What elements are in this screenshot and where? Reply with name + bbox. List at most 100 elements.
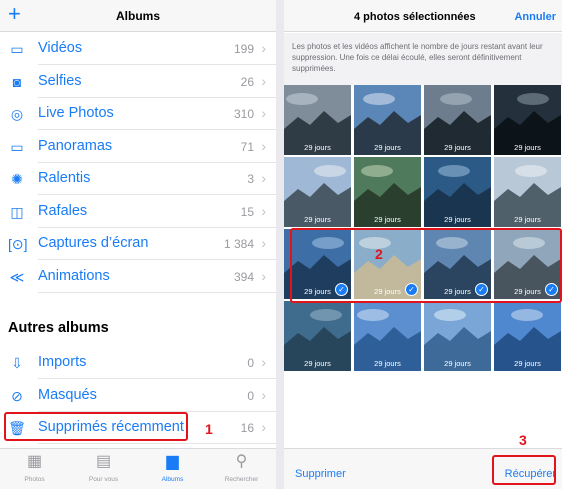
tab-bar: ▦ Photos ▤ Pour vous ▆ Albums ⚲ Rechercher <box>0 448 276 489</box>
album-count: 0 <box>247 356 254 370</box>
step2-badge: 2 <box>375 246 383 262</box>
album-row-selfies[interactable]: ◙ Selfies 26 › <box>0 66 276 98</box>
days-remaining: 29 jours <box>374 143 401 152</box>
photo-thumbnail[interactable]: 29 jours <box>354 157 421 227</box>
album-label: Panoramas <box>38 137 113 154</box>
tab-photos[interactable]: ▦ Photos <box>0 451 69 483</box>
cancel-button[interactable]: Annuler <box>514 11 556 23</box>
days-remaining: 29 jours <box>514 215 541 224</box>
album-count: 394 <box>233 269 254 284</box>
selection-header: 4 photos sélectionnées Annuler <box>284 0 562 32</box>
album-label: Imports <box>38 354 87 370</box>
other-albums-heading: Autres albums <box>8 320 109 336</box>
chevron-right-icon: › <box>261 40 266 56</box>
hidden-icon: ⊘ <box>11 387 23 404</box>
tab-label: Photos <box>24 476 45 483</box>
album-row-vid-os[interactable]: ▭ Vidéos 199 › <box>0 33 276 65</box>
panel-divider <box>276 0 284 489</box>
photo-thumbnail[interactable]: 29 jours <box>354 85 421 155</box>
album-row-panoramas[interactable]: ▭ Panoramas 71 › <box>0 131 276 163</box>
photo-thumbnail[interactable]: 29 jours <box>494 157 561 227</box>
chevron-right-icon: › <box>261 419 266 435</box>
tab-albums[interactable]: ▆ Albums <box>138 451 207 483</box>
albums-title: Albums <box>115 9 160 23</box>
album-count: 26 <box>240 74 254 89</box>
row-divider <box>38 443 276 444</box>
burst-icon: ◫ <box>10 203 24 220</box>
selfie-icon: ◙ <box>12 73 22 90</box>
photo-thumbnail[interactable]: 29 jours <box>354 301 421 371</box>
album-count: 199 <box>233 42 254 56</box>
days-remaining: 29 jours <box>444 359 471 368</box>
days-remaining: 29 jours <box>444 143 471 152</box>
albums-header: + Albums <box>0 0 276 32</box>
album-row-rafales[interactable]: ◫ Rafales 15 › <box>0 196 276 228</box>
album-count: 16 <box>240 421 254 435</box>
photo-thumbnail[interactable]: 29 jours <box>424 157 491 227</box>
step3-highlight <box>492 455 556 485</box>
album-row-captures-d-cran[interactable]: [⊙] Captures d’écran 1 384 › <box>0 228 276 260</box>
tab-label: Albums <box>161 476 184 483</box>
albums-tab-icon: ▆ <box>166 453 179 470</box>
delete-button[interactable]: Supprimer <box>295 468 346 480</box>
video-icon: ▭ <box>10 41 24 57</box>
photo-thumbnail[interactable]: 29 jours <box>494 85 561 155</box>
step1-badge: 1 <box>205 421 213 437</box>
photo-thumbnail[interactable]: 29 jours <box>494 301 561 371</box>
days-remaining: 29 jours <box>514 359 541 368</box>
album-label: Selfies <box>38 72 82 89</box>
photo-thumbnail[interactable]: 29 jours <box>284 85 351 155</box>
days-remaining: 29 jours <box>304 143 331 152</box>
days-remaining: 29 jours <box>444 215 471 224</box>
chevron-right-icon: › <box>261 267 266 284</box>
tab-label: Rechercher <box>224 476 259 483</box>
import-icon: ⇩ <box>11 355 23 371</box>
chevron-right-icon: › <box>261 105 266 121</box>
days-remaining: 29 jours <box>304 359 331 368</box>
photo-thumbnail[interactable]: 29 jours <box>284 301 351 371</box>
days-remaining: 29 jours <box>374 215 401 224</box>
album-count: 1 384 <box>223 237 254 251</box>
album-count: 0 <box>247 388 254 403</box>
days-remaining: 29 jours <box>374 359 401 368</box>
animation-icon: ≪ <box>9 268 25 285</box>
chevron-right-icon: › <box>261 170 266 186</box>
chevron-right-icon: › <box>261 235 266 251</box>
album-label: Rafales <box>38 202 88 219</box>
search-tab-icon: ⚲ <box>235 453 248 470</box>
album-count: 71 <box>240 139 254 154</box>
album-label: Masqués <box>38 386 97 403</box>
slow-motion-icon: ✺ <box>11 171 23 187</box>
album-count: 310 <box>233 107 254 121</box>
panorama-icon: ▭ <box>10 138 24 155</box>
chevron-right-icon: › <box>261 354 266 370</box>
step3-badge: 3 <box>519 432 527 448</box>
album-label: Captures d’écran <box>38 235 149 251</box>
album-label: Animations <box>38 267 110 284</box>
chevron-right-icon: › <box>261 202 266 219</box>
album-label: Ralentis <box>38 170 91 186</box>
live-photo-icon: ◎ <box>10 106 24 122</box>
days-remaining: 29 jours <box>304 215 331 224</box>
step1-highlight <box>4 412 188 441</box>
album-row-imports[interactable]: ⇩ Imports 0 › <box>0 347 276 379</box>
photo-thumbnail[interactable]: 29 jours <box>424 301 491 371</box>
tab-label: Pour vous <box>88 476 119 483</box>
album-count: 15 <box>240 204 254 219</box>
album-row-live-photos[interactable]: ◎ Live Photos 310 › <box>0 98 276 130</box>
album-label: Vidéos <box>38 40 83 56</box>
chevron-right-icon: › <box>261 137 266 154</box>
album-row-masqu-s[interactable]: ⊘ Masqués 0 › <box>0 380 276 412</box>
days-remaining: 29 jours <box>514 143 541 152</box>
tab-rechercher[interactable]: ⚲ Rechercher <box>207 451 276 483</box>
photo-thumbnail[interactable]: 29 jours <box>424 85 491 155</box>
tab-pour-vous[interactable]: ▤ Pour vous <box>69 451 138 483</box>
recently-deleted-screen: 4 photos sélectionnées Annuler Les photo… <box>284 0 562 489</box>
chevron-right-icon: › <box>261 386 266 403</box>
row-divider <box>38 291 276 293</box>
deletion-info-text: Les photos et les vidéos affichent le no… <box>284 33 562 85</box>
photo-thumbnail[interactable]: 29 jours <box>284 157 351 227</box>
chevron-right-icon: › <box>261 72 266 89</box>
album-row-ralentis[interactable]: ✺ Ralentis 3 › <box>0 163 276 195</box>
album-row-animations[interactable]: ≪ Animations 394 › <box>0 261 276 293</box>
